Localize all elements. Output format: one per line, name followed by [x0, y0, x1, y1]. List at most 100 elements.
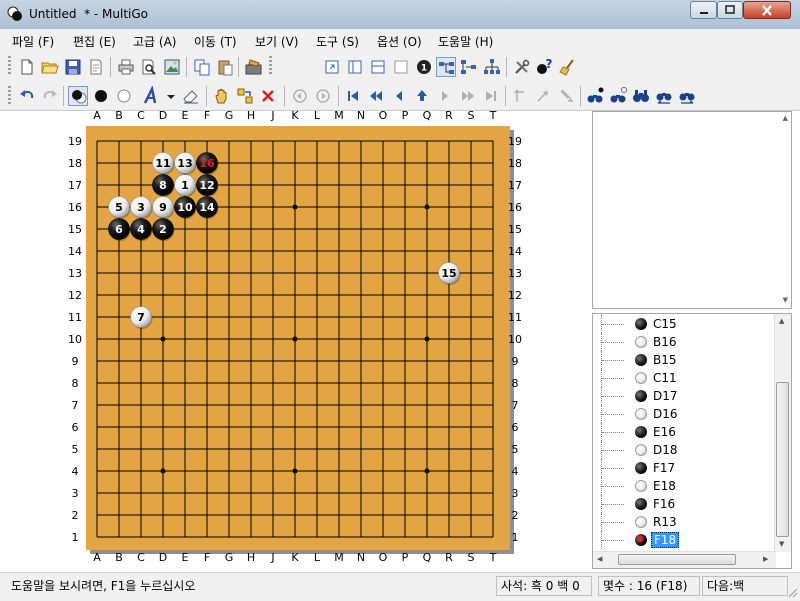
go-board[interactable]: AABBCCDDEEFFGGHHJJKKLLMMNNOOPPQQRRSSTT19… — [0, 111, 588, 568]
menu-edit[interactable]: 편집 (E) — [73, 33, 116, 50]
menu-view[interactable]: 보기 (V) — [255, 33, 298, 50]
tree-layout-button[interactable] — [459, 57, 479, 77]
delete-button[interactable] — [258, 86, 278, 106]
tree-node[interactable]: D17 — [593, 387, 776, 405]
step-forward-button[interactable] — [435, 86, 455, 106]
settings-tools-button[interactable] — [512, 57, 532, 77]
scroll-left-icon[interactable]: ◀ — [597, 555, 602, 563]
clean-button[interactable] — [558, 57, 578, 77]
scroll-up-icon[interactable]: ▲ — [783, 114, 788, 122]
tree-view-toggle-button[interactable] — [436, 57, 456, 77]
toolbar-grip[interactable] — [8, 56, 11, 76]
scrollbar-thumb[interactable] — [776, 382, 789, 537]
previous-variation-button[interactable] — [290, 86, 310, 106]
find-next-button[interactable] — [677, 86, 697, 106]
move-tree-panel[interactable]: C15 B16 B15 C11 D17 D16 E16 D18 F17 E18 F16 R13 F18 … — [592, 313, 792, 569]
tree-node[interactable]: E16 — [593, 423, 776, 441]
save-button[interactable] — [63, 57, 83, 77]
next-variation-button[interactable] — [313, 86, 333, 106]
menu-options[interactable]: 옵션 (O) — [377, 33, 422, 50]
find-previous-button[interactable] — [654, 86, 674, 106]
tree-node[interactable]: B16 — [593, 333, 776, 351]
tree-node[interactable]: D16 — [593, 405, 776, 423]
menu-move[interactable]: 이동 (T) — [194, 33, 237, 50]
resize-grip-icon[interactable] — [786, 586, 798, 598]
go-to-end-button[interactable] — [481, 86, 501, 106]
find-button[interactable] — [631, 86, 651, 106]
menu-help[interactable]: 도움말 (H) — [438, 33, 493, 50]
game-info-button[interactable] — [244, 57, 264, 77]
scroll-down-icon[interactable]: ▼ — [779, 540, 784, 548]
open-file-button[interactable] — [40, 57, 60, 77]
branch-previous-button[interactable] — [533, 86, 553, 106]
eraser-button[interactable] — [181, 86, 201, 106]
properties-button[interactable] — [86, 57, 106, 77]
scroll-up-icon[interactable]: ▲ — [779, 317, 784, 325]
tree-node[interactable]: F17 — [593, 459, 776, 477]
new-file-button[interactable] — [17, 57, 37, 77]
tree-horizontal-scrollbar[interactable]: ◀ ▶ — [593, 551, 776, 568]
undo-button[interactable] — [17, 86, 37, 106]
board-view-button-4[interactable] — [391, 57, 411, 77]
tree-node[interactable]: B15 — [593, 351, 776, 369]
board-view-button-2[interactable] — [345, 57, 365, 77]
tree-node[interactable]: C11 — [593, 369, 776, 387]
export-image-button[interactable] — [162, 57, 182, 77]
branch-up-button[interactable] — [510, 86, 530, 106]
menu-advanced[interactable]: 고급 (A) — [133, 33, 176, 50]
alternate-play-button[interactable] — [68, 86, 88, 106]
game-info-icon — [245, 59, 262, 75]
tree-node[interactable]: F16 — [593, 495, 776, 513]
tree-node[interactable]: F18 — [593, 531, 776, 549]
fast-forward-button[interactable] — [458, 86, 478, 106]
paste-button[interactable] — [215, 57, 235, 77]
tree-connector — [602, 540, 624, 541]
tree-branch-button[interactable] — [482, 57, 502, 77]
print-preview-button[interactable] — [139, 57, 159, 77]
menu-tools[interactable]: 도구 (S) — [316, 33, 359, 50]
label-tool-button[interactable] — [141, 86, 161, 106]
tree-node[interactable]: D18 — [593, 441, 776, 459]
white-stone-button[interactable] — [114, 86, 134, 106]
pan-tool-button[interactable] — [212, 86, 232, 106]
title-bar[interactable]: Untitled * - MultiGo — [0, 0, 800, 30]
print-button[interactable] — [116, 57, 136, 77]
scroll-right-icon[interactable]: ▶ — [763, 555, 768, 563]
tree-node[interactable]: E18 — [593, 477, 776, 495]
move-stones-button[interactable] — [235, 86, 255, 106]
comment-panel[interactable]: ▲ ▼ — [592, 111, 792, 309]
minimize-button[interactable] — [690, 1, 717, 19]
close-button[interactable] — [743, 1, 791, 19]
board-view-button-3[interactable] — [368, 57, 388, 77]
column-label: A — [93, 111, 101, 122]
stone-move-number: 5 — [115, 201, 123, 214]
context-help-button[interactable]: ? — [535, 57, 555, 77]
tree-node[interactable]: R13 — [593, 513, 776, 531]
copy-button[interactable] — [192, 57, 212, 77]
step-backward-button[interactable] — [389, 86, 409, 106]
go-to-branch-button[interactable] — [412, 86, 432, 106]
row-label: 12 — [508, 289, 522, 302]
black-stone-button[interactable] — [91, 86, 111, 106]
board-view-button-1[interactable] — [322, 57, 342, 77]
maximize-button[interactable] — [717, 1, 743, 19]
white-stone-icon — [635, 408, 647, 420]
find-black-button[interactable] — [585, 86, 605, 106]
tree-vertical-scrollbar[interactable]: ▲ ▼ — [774, 314, 791, 552]
show-move-number-button[interactable]: 1 — [414, 57, 434, 77]
label-tool-dropdown[interactable] — [164, 86, 178, 106]
fast-backward-button[interactable] — [366, 86, 386, 106]
column-label: D — [159, 111, 167, 122]
branch-next-button[interactable] — [556, 86, 576, 106]
find-white-button[interactable] — [608, 86, 628, 106]
scroll-down-icon[interactable]: ▼ — [783, 296, 788, 304]
stone-move-number: 11 — [155, 157, 170, 170]
toolbar-grip[interactable] — [8, 86, 11, 106]
redo-button[interactable] — [40, 86, 60, 106]
go-to-start-button[interactable] — [343, 86, 363, 106]
column-label: T — [489, 111, 497, 122]
scrollbar-thumb[interactable] — [618, 554, 736, 565]
tree-node[interactable]: C15 — [593, 315, 776, 333]
toolbar-grip[interactable] — [269, 56, 272, 76]
menu-file[interactable]: 파일 (F) — [12, 33, 54, 50]
